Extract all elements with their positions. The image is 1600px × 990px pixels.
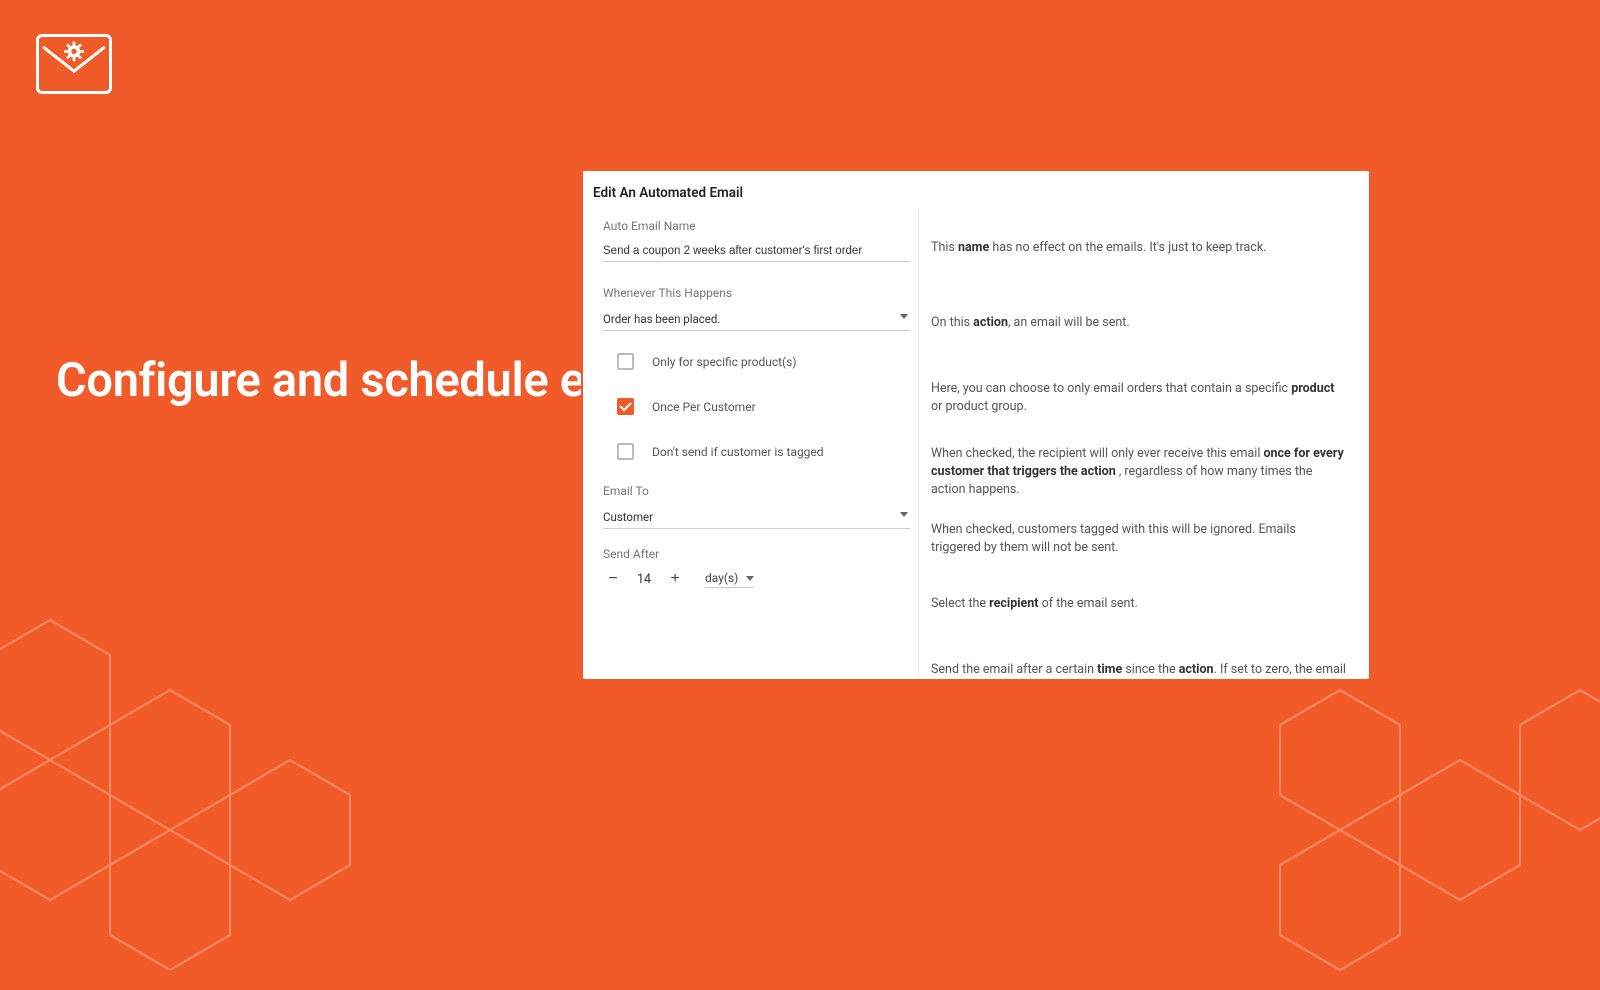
tagged-label: Don't send if customer is tagged: [652, 445, 824, 459]
app-logo: [36, 34, 112, 94]
form-column: Auto Email Name Whenever This Happens Or…: [583, 209, 918, 679]
envelope-gear-icon: [39, 37, 109, 91]
panel-title: Edit An Automated Email: [583, 171, 1369, 209]
name-label: Auto Email Name: [603, 219, 918, 233]
once-per-customer-label: Once Per Customer: [652, 400, 756, 414]
hex-decoration: [0, 560, 430, 970]
once-per-customer-checkbox[interactable]: [617, 398, 634, 415]
hex-decoration: [1240, 630, 1600, 990]
trigger-label: Whenever This Happens: [603, 286, 918, 300]
decrement-button[interactable]: −: [603, 569, 623, 589]
sendafter-label: Send After: [603, 547, 918, 561]
sendafter-value: 14: [635, 572, 653, 587]
name-input[interactable]: [603, 239, 910, 262]
emailto-dropdown[interactable]: Customer: [603, 504, 910, 529]
help-column: This name has no effect on the emails. I…: [918, 209, 1369, 679]
specific-product-label: Only for specific product(s): [652, 355, 797, 369]
edit-email-panel: Edit An Automated Email Auto Email Name …: [581, 169, 1371, 681]
unit-dropdown[interactable]: day(s): [705, 571, 754, 588]
specific-product-checkbox[interactable]: [617, 353, 634, 370]
increment-button[interactable]: +: [665, 569, 685, 589]
emailto-label: Email To: [603, 484, 918, 498]
trigger-dropdown[interactable]: Order has been placed.: [603, 306, 910, 331]
tagged-checkbox[interactable]: [617, 443, 634, 460]
